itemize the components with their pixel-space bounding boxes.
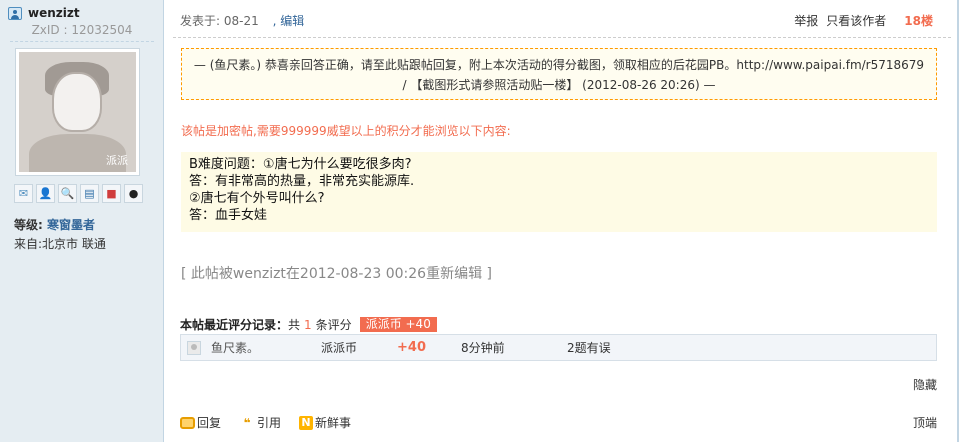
encrypted-notice: 该帖是加密帖,需要999999威望以上的积分才能浏览以下内容: xyxy=(181,124,511,138)
username-row: wenzizt xyxy=(8,5,80,21)
avatar-frame[interactable]: 派派 xyxy=(15,48,140,176)
rating-row: 鱼尺素。 派派币 +40 8分钟前 2题有误 xyxy=(180,334,937,361)
news-icon: N xyxy=(299,415,314,430)
rating-header: 本帖最近评分记录： 共 1 条评分 派派币 +40 xyxy=(180,316,437,333)
rating-currency: 派派币 xyxy=(321,341,358,355)
rating-reason: 2题有误 xyxy=(567,341,611,355)
notice-line-1: — (鱼尺素。) 恭喜亲回答正确，请至此贴跟帖回复，附上本次活动的得分截图，领取… xyxy=(193,58,925,72)
level-value[interactable]: 寒窗墨者 xyxy=(47,218,95,232)
profile-icon[interactable]: 🔍 xyxy=(58,184,77,203)
post-meta: 发表于: 08-21 , 编辑 xyxy=(180,12,304,29)
rating-time: 8分钟前 xyxy=(461,341,505,355)
quote-icon: ❝ xyxy=(243,415,251,430)
hide-button[interactable]: 隐藏 xyxy=(913,376,937,393)
rating-count-suffix: 条评分 xyxy=(315,318,352,332)
content-line: 答：血手女娃 xyxy=(189,208,268,223)
back-to-top-button[interactable]: 顶端 xyxy=(913,414,937,431)
rating-count-prefix: 共 xyxy=(288,318,301,332)
card-icon[interactable]: ▤ xyxy=(80,184,99,203)
divider xyxy=(173,37,951,38)
reply-icon xyxy=(180,416,195,429)
news-label: 新鲜事 xyxy=(315,416,352,430)
post-content: B难度问题：①唐七为什么要吃很多肉? 答：有非常高的热量，非常充实能源库. ②唐… xyxy=(181,152,937,232)
content-line: ②唐七有个外号叫什么? xyxy=(189,191,325,206)
avatar-watermark: 派派 xyxy=(106,154,128,167)
user-action-icons: ✉ 👤 🔍 ▤ ■ ● xyxy=(14,184,150,204)
message-icon[interactable]: ✉ xyxy=(14,184,33,203)
only-author-link[interactable]: 只看该作者 xyxy=(826,12,886,29)
content-line: 答：有非常高的热量，非常充实能源库. xyxy=(189,174,415,189)
rating-value: +40 xyxy=(397,340,426,355)
rating-count: 1 xyxy=(304,317,312,332)
user-id: ZxID : 12032504 xyxy=(31,23,133,37)
blocks-icon[interactable]: ■ xyxy=(102,184,121,203)
post-main: 发表于: 08-21 , 编辑 举报 只看该作者 18楼 — (鱼尺素。) 恭喜… xyxy=(165,0,959,442)
username[interactable]: wenzizt xyxy=(28,6,80,20)
post-tools: 举报 只看该作者 18楼 xyxy=(794,12,933,29)
reply-button[interactable]: 回复 xyxy=(180,414,221,431)
notice-line-2: / 【截图形式请参照活动贴一楼】 (2012-08-26 20:26) — xyxy=(402,78,716,92)
add-friend-icon[interactable]: 👤 xyxy=(36,184,55,203)
divider xyxy=(10,41,154,42)
reply-label: 回复 xyxy=(197,416,222,430)
edit-link[interactable]: , 编辑 xyxy=(273,14,305,28)
floor-number[interactable]: 18楼 xyxy=(904,12,933,29)
post-date: 发表于: 08-21 xyxy=(180,14,259,28)
admin-notice: — (鱼尺素。) 恭喜亲回答正确，请至此贴跟帖回复，附上本次活动的得分截图，领取… xyxy=(181,48,937,100)
user-online-icon xyxy=(8,6,22,20)
edit-history-note: [ 此帖被wenzizt在2012-08-23 00:26重新编辑 ] xyxy=(181,266,492,282)
user-sidebar: wenzizt ZxID : 12032504 派派 ✉ 👤 🔍 ▤ ■ ● 等… xyxy=(0,0,164,442)
quote-button[interactable]: ❝ 引用 xyxy=(239,414,281,431)
user-location: 来自:北京市 联通 xyxy=(14,237,106,251)
content-line: B难度问题：①唐七为什么要吃很多肉? xyxy=(189,157,412,172)
rater-avatar-icon[interactable] xyxy=(187,340,201,355)
rater-name[interactable]: 鱼尺素。 xyxy=(211,339,321,356)
report-link[interactable]: 举报 xyxy=(794,12,818,29)
rating-total-badge: 派派币 +40 xyxy=(359,317,437,332)
news-button[interactable]: N 新鲜事 xyxy=(299,414,351,431)
rating-title: 本帖最近评分记录： xyxy=(180,318,289,332)
level-label: 等级: xyxy=(14,218,43,232)
post-actions: 回复 ❝ 引用 N 新鲜事 xyxy=(180,414,351,431)
qq-icon[interactable]: ● xyxy=(124,184,143,203)
quote-label: 引用 xyxy=(257,416,282,430)
avatar[interactable]: 派派 xyxy=(19,52,136,172)
user-level: 等级: 寒窗墨者 xyxy=(14,216,95,233)
